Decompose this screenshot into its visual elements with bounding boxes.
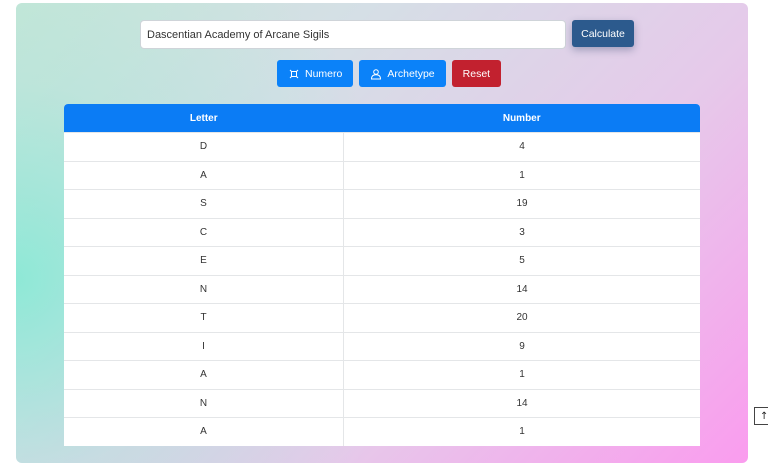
scroll-top-button[interactable]: ↑ (754, 407, 768, 425)
numero-label: Numero (305, 67, 343, 80)
letter-cell: A (64, 360, 344, 389)
archetype-button[interactable]: Archetype (359, 60, 446, 87)
number-cell: 3 (343, 217, 700, 247)
calculate-button[interactable]: Calculate (572, 20, 634, 47)
letter-number-table: Letter Number D 4 A 1 S 19 C 3 E 5 N 14 … (64, 104, 700, 446)
letter-cell: T (64, 303, 344, 332)
table-row: T 20 (64, 303, 700, 332)
table-row: A 1 (64, 417, 700, 446)
main-card: Calculate Numero Archetype Reset (16, 3, 748, 463)
table-header-row: Letter Number (64, 104, 700, 133)
letter-cell: N (64, 388, 344, 418)
table-row: A 1 (64, 160, 700, 190)
number-cell: 1 (343, 417, 700, 446)
table-row: E 5 (64, 246, 700, 275)
letter-cell: N (64, 274, 344, 304)
number-cell: 1 (343, 160, 700, 190)
action-buttons: Numero Archetype Reset (277, 60, 502, 87)
number-cell: 4 (343, 132, 700, 161)
table-row: N 14 (64, 388, 700, 418)
letter-cell: A (64, 417, 344, 446)
numbers-square-icon (288, 68, 300, 80)
number-cell: 14 (343, 274, 700, 304)
table-row: C 3 (64, 217, 700, 247)
letter-cell: C (64, 217, 344, 247)
table-row: N 14 (64, 274, 700, 304)
number-column-header: Number (343, 104, 700, 133)
table-row: D 4 (64, 132, 700, 161)
letter-cell: D (64, 132, 344, 161)
table-row: S 19 (64, 189, 700, 218)
archetype-label: Archetype (387, 67, 435, 80)
letter-cell: S (64, 189, 344, 218)
number-cell: 1 (343, 360, 700, 389)
person-icon (370, 68, 382, 80)
letter-cell: I (64, 331, 344, 361)
letter-cell: A (64, 160, 344, 190)
number-cell: 19 (343, 189, 700, 218)
arrow-up-icon: ↑ (760, 411, 768, 422)
number-cell: 20 (343, 303, 700, 332)
number-cell: 9 (343, 331, 700, 361)
letter-column-header: Letter (64, 104, 344, 133)
table-row: I 9 (64, 331, 700, 361)
numero-button[interactable]: Numero (277, 60, 354, 87)
number-cell: 14 (343, 388, 700, 418)
name-form: Calculate (140, 20, 634, 49)
reset-button[interactable]: Reset (451, 60, 502, 87)
number-cell: 5 (343, 246, 700, 275)
letter-cell: E (64, 246, 344, 275)
table-row: A 1 (64, 360, 700, 389)
name-input[interactable] (140, 20, 566, 49)
